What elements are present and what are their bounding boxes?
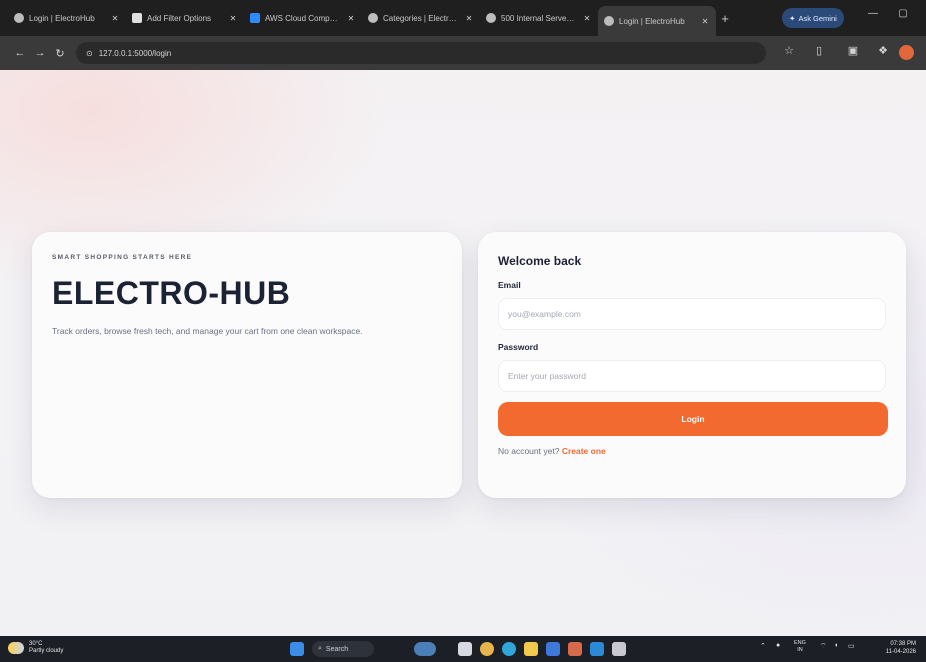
login-button[interactable]: Login — [498, 402, 888, 436]
os-taskbar: 30°C Partly cloudy ⌕ Search ⌃ ● ENG IN ⌔… — [0, 636, 926, 662]
close-icon[interactable]: ✕ — [346, 14, 356, 23]
weather-desc: Partly cloudy — [29, 648, 64, 654]
tab-server-error[interactable]: 500 Internal Server Err ✕ — [480, 5, 598, 31]
close-icon[interactable]: ✕ — [582, 14, 592, 23]
weather-text: 30°C Partly cloudy — [29, 641, 63, 655]
forward-icon[interactable]: → — [30, 47, 50, 59]
app-icon[interactable] — [612, 642, 626, 656]
tab-title: Add Filter Options — [147, 13, 212, 23]
tray-app-icon[interactable]: ● — [776, 642, 780, 649]
hero-tagline: Track orders, browse fresh tech, and man… — [52, 326, 363, 336]
wifi-icon[interactable]: ⌔ — [820, 642, 827, 651]
volume-icon[interactable]: ◖ — [834, 642, 838, 649]
maximize-icon[interactable]: ▢ — [894, 8, 912, 19]
edge-icon[interactable] — [502, 642, 516, 656]
no-account-text: No account yet? — [498, 446, 560, 456]
site-info-icon[interactable]: ⊙ — [86, 49, 93, 58]
email-label: Email — [498, 280, 521, 290]
tab-title: 500 Internal Server Err — [501, 13, 577, 23]
email-field[interactable] — [498, 298, 886, 330]
windows-start-icon[interactable] — [290, 642, 304, 656]
puzzle-icon[interactable]: ❖ — [874, 44, 892, 57]
clock-date: 11-04-2026 — [885, 649, 916, 655]
password-field[interactable] — [498, 360, 886, 392]
cloud-icon — [250, 13, 260, 23]
close-icon[interactable]: ✕ — [700, 17, 710, 26]
tab-add-filter-options[interactable]: Add Filter Options ✕ — [126, 5, 244, 31]
brand-title: ELECTRO-HUB — [52, 275, 291, 311]
tab-title: Categories | ElectroHub — [383, 13, 459, 23]
hero-eyebrow: SMART SHOPPING STARTS HERE — [52, 254, 193, 261]
lang-top: ENG — [794, 640, 806, 646]
battery-icon[interactable]: ▭ — [848, 642, 855, 650]
weather-temp: 30°C — [29, 641, 43, 647]
chrome-icon[interactable] — [480, 642, 494, 656]
document-icon — [132, 13, 142, 23]
system-clock[interactable]: 07:38 PM 11-04-2026 — [872, 640, 916, 656]
file-explorer-icon[interactable] — [524, 642, 538, 656]
url-text: 127.0.0.1:5000/login — [98, 48, 172, 58]
reload-icon[interactable]: ↻ — [50, 47, 70, 60]
new-tab-button[interactable]: + — [716, 11, 734, 26]
tab-login-active[interactable]: Login | ElectroHub ✕ — [598, 6, 716, 36]
create-account-link[interactable]: Create one — [562, 446, 606, 456]
widgets-icon[interactable] — [414, 642, 436, 656]
globe-icon — [486, 13, 496, 23]
tab-login-electrohub[interactable]: Login | ElectroHub ✕ — [8, 5, 126, 31]
close-icon[interactable]: ✕ — [228, 14, 238, 23]
tab-title: AWS Cloud Computing — [265, 13, 341, 23]
tab-categories[interactable]: Categories | ElectroHub ✕ — [362, 5, 480, 31]
lang-bottom: IN — [797, 647, 803, 653]
globe-icon — [14, 13, 24, 23]
star-icon[interactable]: ☆ — [780, 44, 798, 57]
password-label: Password — [498, 342, 539, 352]
search-label: Search — [325, 645, 349, 653]
chevron-up-icon[interactable]: ⌃ — [760, 642, 766, 650]
reading-list-icon[interactable]: ▯ — [810, 44, 828, 57]
login-card: Welcome back Email Password Login No acc… — [478, 232, 906, 498]
tab-aws-cloud[interactable]: AWS Cloud Computing ✕ — [244, 5, 362, 31]
back-icon[interactable]: ← — [10, 47, 30, 59]
page-viewport: SMART SHOPPING STARTS HERE ELECTRO-HUB T… — [0, 70, 926, 636]
store-icon[interactable] — [546, 642, 560, 656]
task-view-icon[interactable] — [458, 642, 472, 656]
close-icon[interactable]: ✕ — [110, 14, 120, 23]
globe-icon — [368, 13, 378, 23]
minimize-icon[interactable]: — — [864, 8, 882, 19]
weather-widget[interactable]: 30°C Partly cloudy — [8, 641, 63, 655]
signup-prompt: No account yet? Create one — [498, 446, 886, 456]
tab-title: Login | ElectroHub — [29, 13, 95, 23]
taskbar-search[interactable]: ⌕ Search — [312, 641, 374, 657]
tab-title: Login | ElectroHub — [619, 16, 685, 26]
ask-gemini-button[interactable]: ✦ Ask Gemini — [782, 8, 844, 28]
clock-time: 07:38 PM — [890, 641, 916, 647]
app-icon[interactable] — [568, 642, 582, 656]
hero-card: SMART SHOPPING STARTS HERE ELECTRO-HUB T… — [32, 232, 462, 498]
globe-icon — [604, 16, 614, 26]
search-icon: ⌕ — [318, 645, 322, 652]
login-heading: Welcome back — [498, 254, 582, 268]
ask-gemini-label: Ask Gemini — [798, 13, 837, 23]
address-bar[interactable]: ⊙ 127.0.0.1:5000/login — [76, 42, 766, 64]
weather-icon — [8, 642, 24, 654]
close-icon[interactable]: ✕ — [464, 14, 474, 23]
vscode-icon[interactable] — [590, 642, 604, 656]
avatar[interactable] — [899, 45, 914, 60]
extensions-icon[interactable]: ▣ — [844, 44, 862, 57]
sparkle-icon: ✦ — [789, 13, 796, 23]
language-indicator[interactable]: ENG IN — [794, 640, 806, 654]
